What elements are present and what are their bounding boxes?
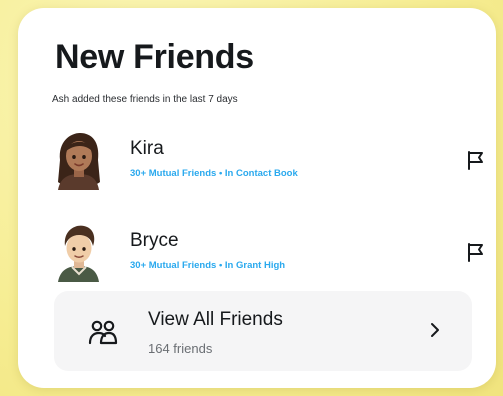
bitmoji-avatar-icon bbox=[58, 133, 100, 190]
friend-mutual-info: 30+ Mutual Friends • In Grant High bbox=[130, 260, 286, 271]
view-all-label: View All Friends bbox=[148, 309, 283, 330]
new-friends-card: New Friends Ash added these friends in t… bbox=[18, 8, 496, 388]
view-all-friends-button[interactable]: View All Friends 164 friends bbox=[54, 291, 472, 371]
card-subtitle: Ash added these friends in the last 7 da… bbox=[52, 94, 238, 105]
people-icon bbox=[88, 320, 118, 345]
flag-icon[interactable] bbox=[464, 149, 486, 171]
friend-name: Kira bbox=[130, 138, 164, 159]
friend-name: Bryce bbox=[130, 230, 179, 251]
friend-mutual-info: 30+ Mutual Friends • In Contact Book bbox=[130, 168, 298, 179]
flag-icon[interactable] bbox=[464, 241, 486, 263]
bitmoji-avatar-icon bbox=[58, 225, 99, 282]
friends-count: 164 friends bbox=[148, 341, 213, 356]
card-title: New Friends bbox=[55, 38, 254, 76]
chevron-right-icon bbox=[431, 323, 439, 337]
friend-row-bryce[interactable]: Bryce 30+ Mutual Friends • In Grant High bbox=[46, 218, 483, 282]
friend-row-kira[interactable]: Kira 30+ Mutual Friends • In Contact Boo… bbox=[46, 126, 483, 190]
